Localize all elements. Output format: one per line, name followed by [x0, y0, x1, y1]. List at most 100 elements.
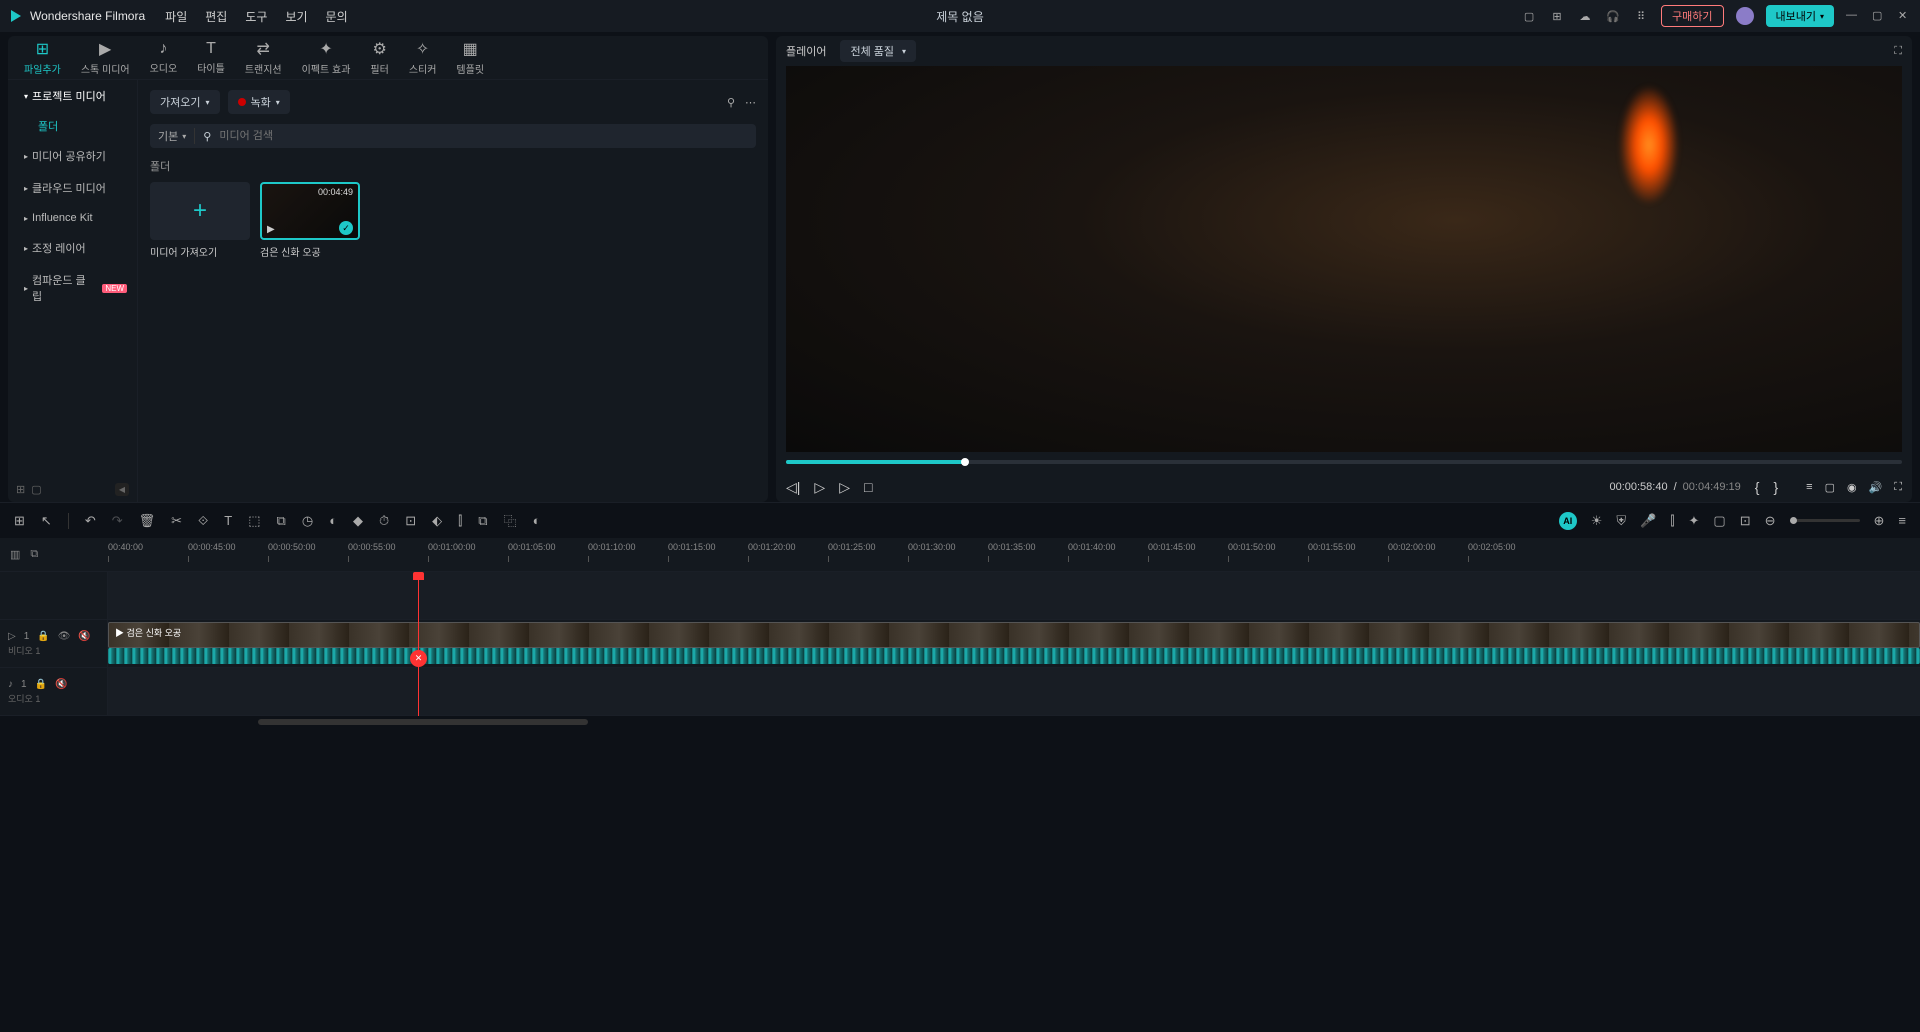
play-back-icon[interactable]: ▷: [814, 479, 825, 496]
more-icon[interactable]: ⋯: [745, 96, 756, 109]
render-icon[interactable]: ▢: [1713, 513, 1725, 529]
sun-icon[interactable]: ☀: [1591, 513, 1603, 529]
search-input[interactable]: [219, 130, 748, 142]
video-clip[interactable]: ▶ 검은 신화 오공: [108, 622, 1920, 648]
play-icon[interactable]: ▷: [839, 479, 850, 496]
zoom-slider[interactable]: [1790, 519, 1860, 522]
zoom-in-icon[interactable]: ⊕: [1874, 513, 1885, 529]
layout-icon[interactable]: ▢: [1521, 8, 1537, 24]
mute-icon[interactable]: 🔇: [78, 631, 90, 642]
record-button[interactable]: 녹화▾: [228, 90, 290, 114]
redo-icon[interactable]: ↷: [112, 513, 123, 529]
mixer-icon[interactable]: ⫿: [1670, 513, 1674, 529]
close-icon[interactable]: ✕: [1898, 9, 1912, 23]
marker-icon[interactable]: ⬚: [248, 513, 260, 529]
timeline-scrollbar[interactable]: [0, 716, 1920, 728]
link-icon[interactable]: ⧉: [277, 513, 286, 529]
effect-icon[interactable]: ✦: [1688, 513, 1699, 529]
search-base-dropdown[interactable]: 기본▾: [158, 128, 195, 144]
menu-edit[interactable]: 편집: [205, 8, 227, 25]
media-import-card[interactable]: + 미디어 가져오기: [150, 182, 250, 259]
sidebar-share-media[interactable]: ▸미디어 공유하기: [8, 140, 137, 172]
filter-settings-icon[interactable]: ⚲: [727, 96, 735, 109]
prev-frame-icon[interactable]: ◁|: [786, 479, 800, 496]
video-track-head[interactable]: ▷1🔒👁🔇 비디오 1: [0, 620, 107, 668]
copy-icon[interactable]: ⿻: [504, 511, 517, 530]
tab-template[interactable]: ▦템플릿: [446, 39, 494, 76]
group-icon[interactable]: ⧉: [478, 513, 487, 529]
tab-title[interactable]: T타이틀: [187, 40, 235, 75]
user-avatar[interactable]: [1736, 7, 1754, 25]
buy-button[interactable]: 구매하기: [1661, 5, 1723, 27]
audio-waveform[interactable]: [108, 648, 1920, 664]
audio-track-head[interactable]: ♪1🔒🔇 오디오 1: [0, 668, 107, 716]
eye-icon[interactable]: 👁: [58, 631, 71, 642]
timeline-ruler[interactable]: 00:40:0000:00:45:0000:00:50:0000:00:55:0…: [108, 538, 1920, 571]
volume-icon[interactable]: 🔊: [1869, 481, 1883, 494]
camera-icon[interactable]: ◉: [1847, 481, 1857, 494]
select-icon[interactable]: ⊞: [14, 513, 25, 529]
timeline-link-icon[interactable]: ⧉: [30, 548, 38, 561]
crop-icon[interactable]: ⟐: [198, 513, 208, 529]
mic-icon[interactable]: 🎤: [1640, 513, 1656, 529]
menu-help[interactable]: 문의: [326, 8, 348, 25]
cloud-icon[interactable]: ☁: [1577, 8, 1593, 24]
tab-sticker[interactable]: ✧스티커: [399, 39, 447, 76]
media-video-card[interactable]: 00:04:49 ▶ ✓ 검은 신화 오공: [260, 182, 360, 259]
player-viewport[interactable]: [786, 66, 1902, 452]
adjust-icon[interactable]: ⫿: [458, 513, 462, 529]
sidebar-compound-clip[interactable]: ▸컴파운드 클립NEW: [8, 264, 137, 312]
apps-icon[interactable]: ⠿: [1633, 8, 1649, 24]
minimize-icon[interactable]: —: [1846, 9, 1860, 23]
timeline-settings-icon[interactable]: ▥: [10, 548, 20, 561]
lock-icon[interactable]: 🔒: [37, 631, 49, 642]
tab-transition[interactable]: ⇄트랜지션: [235, 39, 292, 76]
sidebar-folder[interactable]: 폴더: [8, 112, 137, 140]
playhead-marker-icon[interactable]: ✕: [410, 650, 427, 667]
sidebar-influence-kit[interactable]: ▸Influence Kit: [8, 204, 137, 232]
import-button[interactable]: 가져오기▾: [150, 90, 220, 114]
sidebar-cloud-media[interactable]: ▸클라우드 미디어: [8, 172, 137, 204]
keyframe-icon[interactable]: ◆: [353, 513, 363, 529]
ai-toggle-icon[interactable]: AI: [1559, 512, 1577, 530]
cut-icon[interactable]: ✂: [171, 513, 182, 529]
folder-add-icon[interactable]: ⊞: [16, 483, 25, 496]
undo-icon[interactable]: ↶: [85, 513, 96, 529]
bracket-in-icon[interactable]: {: [1755, 479, 1760, 495]
sidebar-project-media[interactable]: ▾프로젝트 미디어: [8, 80, 137, 112]
mute-icon[interactable]: 🔇: [55, 679, 67, 690]
snapshot-icon[interactable]: ⛶: [1894, 45, 1902, 58]
menu-tools[interactable]: 도구: [245, 8, 267, 25]
tab-stock[interactable]: ▶스톡 미디어: [71, 39, 140, 76]
fullscreen-icon[interactable]: ⛶: [1894, 481, 1902, 494]
grid-icon[interactable]: ⊞: [1549, 8, 1565, 24]
maximize-icon[interactable]: ▢: [1872, 9, 1886, 23]
tab-audio[interactable]: ♪오디오: [140, 40, 188, 75]
menu-file[interactable]: 파일: [165, 8, 187, 25]
display-icon[interactable]: ▢: [1825, 481, 1835, 494]
lock-icon[interactable]: 🔒: [35, 679, 47, 690]
arrow-icon[interactable]: ↖: [41, 513, 52, 529]
color-icon[interactable]: ◐: [329, 513, 337, 528]
tab-filter[interactable]: ⚙필터: [360, 39, 398, 76]
zoom-out-icon[interactable]: ⊖: [1765, 513, 1776, 529]
tab-effect[interactable]: ✦이펙트 효과: [292, 39, 361, 76]
timeline-tracks-area[interactable]: ✕ ▶ 검은 신화 오공: [108, 572, 1920, 716]
toggle-icon[interactable]: ◐: [533, 513, 541, 528]
stop-icon[interactable]: □: [864, 479, 872, 495]
player-progress[interactable]: [776, 452, 1912, 472]
timer-icon[interactable]: ⏱: [379, 513, 389, 529]
focus-icon[interactable]: ⊡: [405, 513, 416, 529]
compare-icon[interactable]: ≡: [1806, 481, 1812, 494]
shield-icon[interactable]: ⛨: [1616, 513, 1626, 529]
export-button[interactable]: 내보내기▾: [1766, 5, 1835, 27]
speed-icon[interactable]: ◷: [302, 513, 313, 529]
folder-icon[interactable]: ▢: [31, 483, 41, 496]
playhead[interactable]: ✕: [418, 572, 419, 716]
tag-icon[interactable]: ⬖: [432, 513, 442, 529]
menu-view[interactable]: 보기: [285, 8, 307, 25]
view-mode-icon[interactable]: ≡: [1898, 513, 1906, 528]
delete-icon[interactable]: 🗑: [139, 513, 156, 529]
bracket-out-icon[interactable]: }: [1773, 479, 1778, 495]
text-tool-icon[interactable]: T: [224, 513, 232, 528]
